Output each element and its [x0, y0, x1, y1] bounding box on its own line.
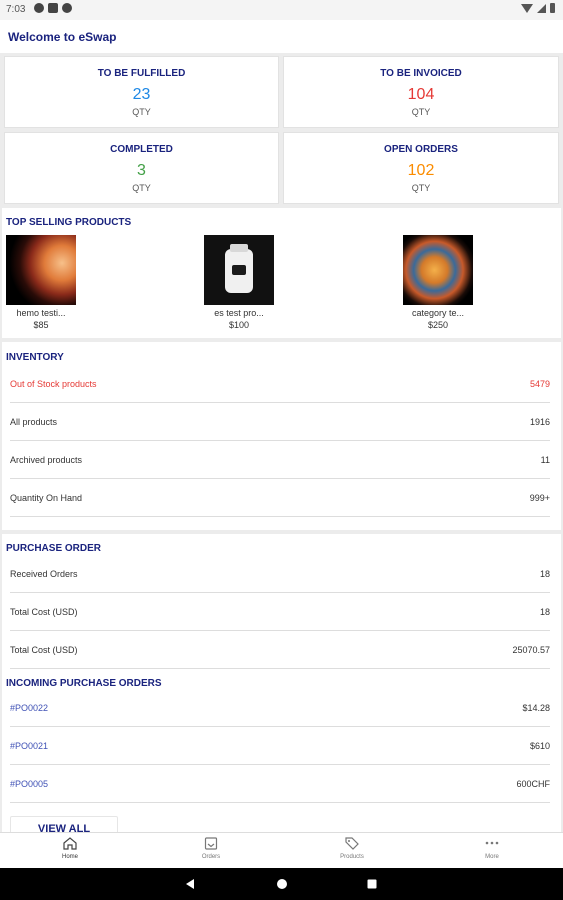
product-price: $100 [228, 320, 250, 330]
section-title: TOP SELLING PRODUCTS [6, 217, 132, 228]
product-name: hemo testi... [16, 308, 66, 318]
row-label: Total Cost (USD) [10, 607, 78, 617]
home-button-icon[interactable] [276, 878, 288, 890]
row-value: 18 [539, 569, 550, 579]
po-number-link[interactable]: #PO0022 [10, 703, 48, 713]
product-card[interactable]: category te... $250 [393, 235, 483, 330]
home-icon [63, 837, 77, 850]
nav-orders[interactable]: Orders [171, 837, 251, 860]
incoming-po-row[interactable]: #PO0005 600CHF [10, 765, 550, 803]
stat-unit: QTY [411, 107, 431, 117]
nav-label: Orders [201, 854, 221, 860]
nav-more[interactable]: More [452, 837, 532, 860]
row-label: Total Cost (USD) [10, 645, 78, 655]
system-icons [521, 3, 555, 13]
incoming-po-row[interactable]: #PO0021 $610 [10, 727, 550, 765]
stat-value: 3 [137, 162, 146, 179]
notification-icon [48, 3, 58, 13]
po-number-link[interactable]: #PO0021 [10, 741, 48, 751]
stat-value: 104 [407, 86, 435, 103]
battery-icon [550, 3, 555, 13]
status-bar: 7:03 [0, 0, 563, 20]
notification-icon [34, 3, 44, 13]
back-icon[interactable] [184, 878, 196, 890]
stat-unit: QTY [132, 183, 151, 193]
po-row-received-orders[interactable]: Received Orders 18 [10, 555, 550, 593]
welcome-title: Welcome to eSwap [8, 30, 117, 44]
stat-title: TO BE FULFILLED [97, 68, 186, 79]
stat-completed[interactable]: COMPLETED 3 QTY [4, 132, 279, 204]
product-card[interactable]: es test pro... $100 [194, 235, 284, 330]
row-label: Received Orders [10, 569, 78, 579]
notification-icon [62, 3, 72, 13]
row-value: 5479 [529, 379, 550, 389]
inventory-row-all-products[interactable]: All products 1916 [10, 403, 550, 441]
stat-title: TO BE INVOICED [380, 68, 462, 79]
product-price: $250 [427, 320, 449, 330]
header: Welcome to eSwap [0, 20, 563, 53]
row-value: 18 [539, 607, 550, 617]
inventory-row-archived[interactable]: Archived products 11 [10, 441, 550, 479]
stat-to-be-fulfilled[interactable]: TO BE FULFILLED 23 QTY [4, 56, 279, 128]
row-value: $14.28 [522, 703, 550, 713]
wifi-icon [521, 3, 533, 13]
tag-icon [345, 837, 359, 850]
recents-icon[interactable] [366, 878, 378, 890]
top-selling-card: TOP SELLING PRODUCTS hemo testi... $85 e… [2, 208, 561, 338]
row-label: Quantity On Hand [10, 493, 83, 503]
notification-icons [34, 3, 72, 13]
stat-unit: QTY [411, 183, 431, 193]
more-icon [485, 841, 499, 845]
inventory-row-out-of-stock[interactable]: Out of Stock products 5479 [10, 365, 550, 403]
incoming-po-row[interactable]: #PO0022 $14.28 [10, 689, 550, 727]
orders-icon [204, 837, 218, 850]
product-card[interactable]: hemo testi... $85 [0, 235, 86, 330]
status-time: 7:03 [6, 4, 26, 15]
stat-value: 23 [132, 86, 151, 103]
nav-label: Home [61, 854, 78, 860]
nav-label: Products [340, 854, 364, 860]
product-image [204, 235, 274, 305]
nav-home[interactable]: Home [30, 837, 110, 860]
row-value: 11 [540, 455, 550, 465]
po-row-total-cost[interactable]: Total Cost (USD) 18 [10, 593, 550, 631]
product-image [6, 235, 76, 305]
product-price: $85 [33, 320, 49, 330]
po-number-link[interactable]: #PO0005 [10, 779, 48, 789]
stat-value: 102 [407, 162, 435, 179]
product-image [403, 235, 473, 305]
row-label: All products [10, 417, 58, 427]
row-value: 999+ [529, 493, 550, 503]
section-title: INVENTORY [6, 352, 64, 363]
nav-label: More [485, 854, 499, 860]
row-value: 25070.57 [512, 645, 550, 655]
row-value: 1916 [529, 417, 550, 427]
inventory-row-quantity-on-hand[interactable]: Quantity On Hand 999+ [10, 479, 550, 517]
row-value: 600CHF [516, 779, 550, 789]
section-title: PURCHASE ORDER [6, 543, 102, 554]
stat-to-be-invoiced[interactable]: TO BE INVOICED 104 QTY [283, 56, 559, 128]
stat-title: COMPLETED [110, 144, 173, 155]
signal-icon [537, 3, 546, 13]
bottom-nav: Home Orders Products More [0, 832, 563, 868]
section-title: INCOMING PURCHASE ORDERS [6, 678, 162, 689]
stat-open-orders[interactable]: OPEN ORDERS 102 QTY [283, 132, 559, 204]
row-label: Out of Stock products [10, 379, 97, 389]
stat-title: OPEN ORDERS [384, 144, 458, 155]
row-label: Archived products [10, 455, 83, 465]
stat-unit: QTY [132, 107, 151, 117]
nav-products[interactable]: Products [312, 837, 392, 860]
row-value: $610 [529, 741, 550, 751]
product-name: es test pro... [214, 308, 264, 318]
po-row-total-cost[interactable]: Total Cost (USD) 25070.57 [10, 631, 550, 669]
system-nav-bar [0, 868, 563, 900]
product-name: category te... [411, 308, 465, 318]
